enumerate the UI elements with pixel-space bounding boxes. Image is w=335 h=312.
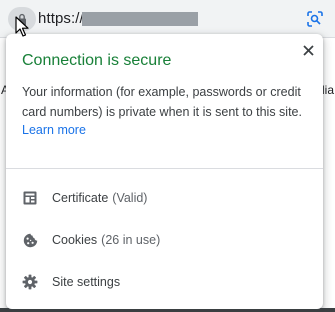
cookies-item[interactable]: Cookies (26 in use): [6, 222, 323, 258]
certificate-status: (Valid): [112, 191, 148, 205]
site-info-button[interactable]: [8, 7, 36, 31]
site-settings-label: Site settings: [52, 275, 121, 289]
browser-window: https:// A llia Connection is secure You…: [0, 0, 335, 312]
certificate-label: Certificate: [52, 191, 109, 205]
gear-icon: [21, 273, 39, 291]
site-info-popup: Connection is secure Your information (f…: [6, 34, 323, 309]
learn-more-link[interactable]: Learn more: [22, 123, 86, 137]
close-icon: [302, 44, 314, 56]
url-scheme[interactable]: https://: [38, 10, 84, 27]
certificate-item[interactable]: Certificate (Valid): [6, 180, 323, 216]
omnibox: https://: [0, 0, 335, 38]
lens-icon: [307, 11, 323, 27]
url-redacted: [82, 12, 198, 26]
site-settings-item[interactable]: Site settings: [6, 264, 323, 300]
connection-status-title: Connection is secure: [22, 52, 172, 69]
cookie-icon: [21, 231, 39, 249]
certificate-icon: [21, 189, 39, 207]
close-button[interactable]: [300, 42, 316, 58]
cookies-count: (26 in use): [101, 233, 161, 247]
lens-button[interactable]: [302, 7, 328, 31]
lock-icon: [18, 13, 26, 25]
connection-description: Your information (for example, passwords…: [22, 85, 302, 119]
cookies-label: Cookies: [52, 233, 98, 247]
divider: [6, 168, 323, 169]
